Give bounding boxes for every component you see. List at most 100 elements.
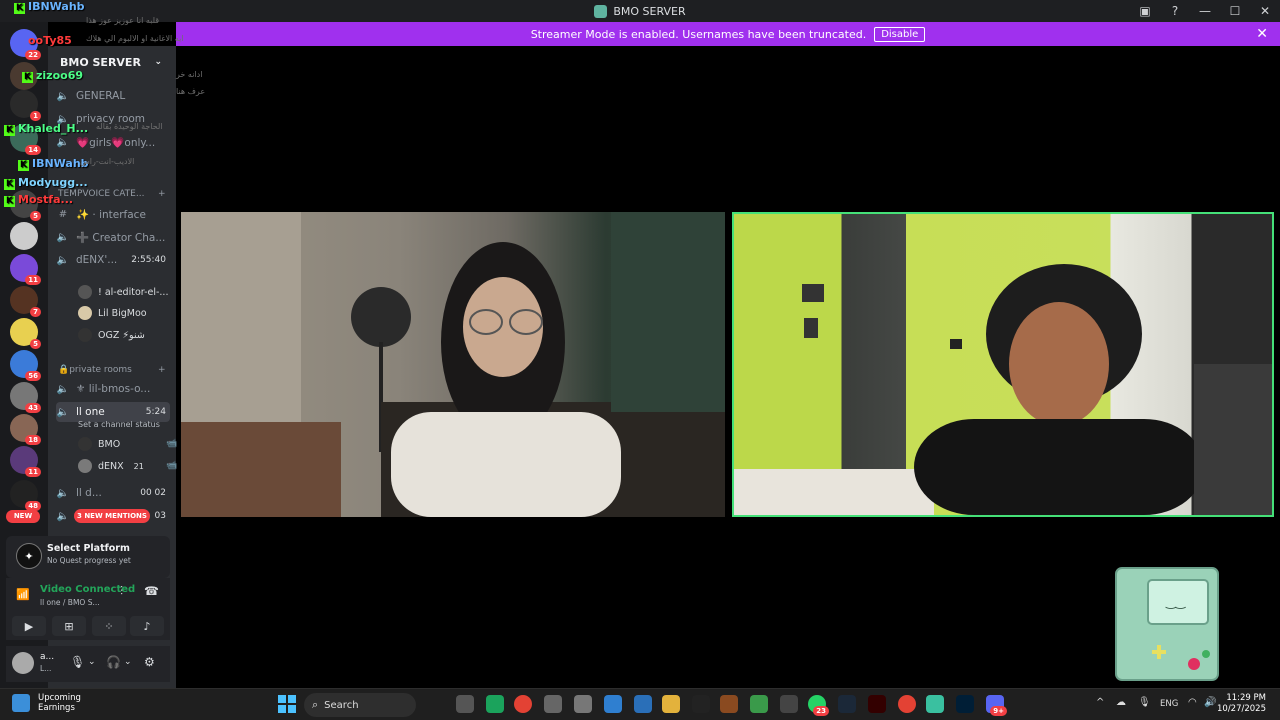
photoshop-icon[interactable] (956, 695, 974, 713)
video-tile[interactable] (181, 212, 725, 517)
task-view-icon[interactable] (456, 695, 474, 713)
app-icon[interactable] (486, 695, 504, 713)
server-icon[interactable]: 7 (10, 286, 41, 317)
noise-suppression-icon[interactable]: ⫶ (120, 584, 123, 599)
server-icon[interactable]: 1 (10, 90, 41, 121)
speaker-icon: 🔈 (56, 90, 70, 102)
settings-gear-icon[interactable]: ⚙ (144, 655, 155, 669)
edge-icon[interactable] (604, 695, 622, 713)
overlay-username: ooTy85 (28, 34, 72, 47)
server-icon[interactable]: 5 (10, 318, 41, 349)
app-icon[interactable] (926, 695, 944, 713)
overlay-message: عرف هنا (176, 87, 206, 96)
avatar[interactable] (12, 652, 34, 674)
whatsapp-icon[interactable]: 23 (808, 695, 829, 716)
channel-lil-bmos[interactable]: 🔈 ⚜ lil-bmos-o... (56, 379, 170, 399)
clock[interactable]: 11:29 PM 10/27/2025 (1217, 693, 1266, 715)
close-window-button[interactable]: ✕ (1250, 0, 1280, 22)
microphone-icon[interactable]: 🎙 (1138, 697, 1151, 708)
speaker-icon: 🔈 (56, 136, 70, 148)
add-channel-icon[interactable]: + (158, 189, 166, 199)
voice-member[interactable]: Lil BigMoo (78, 304, 147, 322)
headphones-icon[interactable]: 🎧 (106, 655, 121, 669)
server-icon[interactable]: 11 (10, 254, 41, 285)
voice-member[interactable]: dENX 21 📹 (78, 457, 177, 475)
new-unreads-pill[interactable]: NEW (6, 510, 40, 523)
search-icon: ⌕ (312, 698, 319, 711)
microphone-icon[interactable]: 🎙 (70, 655, 85, 669)
disable-streamer-button[interactable]: Disable (874, 26, 926, 42)
chevron-down-icon[interactable]: ⌄ (88, 657, 96, 667)
help-icon[interactable]: ? (1160, 0, 1190, 22)
kick-badge-icon: K (4, 125, 15, 136)
close-banner-icon[interactable]: ✕ (1256, 26, 1268, 42)
activities-button[interactable]: ⁘ (92, 616, 126, 636)
maximize-button[interactable]: ☐ (1220, 0, 1250, 22)
speaker-icon: 🔈 (56, 383, 70, 395)
chrome-icon[interactable] (514, 695, 532, 713)
discord-icon[interactable]: 9+ (986, 695, 1007, 716)
app-icon[interactable] (720, 695, 738, 713)
video-tile-speaking[interactable] (732, 212, 1274, 517)
speaker-icon: 🔈 (56, 254, 70, 266)
server-icon[interactable]: 56 (10, 350, 41, 381)
widgets-button[interactable]: Upcoming Earnings (12, 693, 81, 713)
signal-icon: 📶 (16, 588, 30, 601)
camera-app-icon[interactable] (574, 695, 592, 713)
inbox-icon[interactable]: ▣ (1130, 0, 1160, 22)
add-channel-icon[interactable]: + (158, 365, 166, 375)
start-menu-icon[interactable] (278, 695, 296, 713)
store-icon[interactable] (780, 695, 798, 713)
taskbar-search[interactable]: ⌕ Search (304, 693, 416, 717)
stock-widget-icon (12, 694, 30, 712)
steam-icon[interactable] (838, 695, 856, 713)
channel-creator[interactable]: 🔈 ➕ Creator Cha... (56, 227, 170, 247)
channel-general[interactable]: 🔈 GENERAL (56, 86, 170, 106)
illustrator-icon[interactable] (868, 695, 886, 713)
epic-games-icon[interactable] (692, 695, 710, 713)
voice-member[interactable]: ! al-editor-el-... (78, 283, 168, 301)
streamer-mode-banner: Streamer Mode is enabled. Usernames have… (176, 22, 1280, 46)
app-icon[interactable] (750, 695, 768, 713)
show-hidden-icons[interactable]: ^ (1096, 697, 1104, 708)
quest-panel[interactable]: ✦ Select Platform No Quest progress yet (6, 536, 170, 578)
server-icon[interactable]: 18 (10, 414, 41, 445)
language-indicator[interactable]: ENG (1160, 699, 1178, 709)
avatar (78, 328, 92, 342)
new-mentions-pill[interactable]: 3 NEW MENTIONS (74, 509, 150, 523)
channel-denx[interactable]: 🔈 dENX'... 2:55:40 (56, 250, 170, 270)
overlay-message: الاديب-انت-راس (80, 157, 135, 166)
category-private-rooms[interactable]: 🔒private rooms + (58, 365, 168, 375)
volume-icon[interactable]: 🔊 (1204, 697, 1216, 708)
server-icon[interactable] (10, 222, 38, 250)
channel-one[interactable]: 🔈 ll one 5:24 (56, 402, 170, 422)
chrome-icon[interactable] (898, 695, 916, 713)
onedrive-icon[interactable]: ☁ (1116, 697, 1126, 708)
svg-text:‿‿: ‿‿ (1165, 595, 1187, 609)
overlay-username: Kzizoo69 (22, 69, 83, 83)
chevron-down-icon[interactable]: ⌄ (124, 657, 132, 667)
soundboard-button[interactable]: ♪ (130, 616, 164, 636)
channel-d[interactable]: 🔈 ll d... 00 02 (56, 483, 170, 503)
category-tempvoice[interactable]: TEMPVOICE CATE... + (58, 189, 168, 199)
channel-interface[interactable]: # ✨ · interface (56, 204, 170, 224)
speaker-icon: 🔈 (56, 487, 70, 499)
server-icon[interactable]: 11 (10, 446, 41, 477)
file-explorer-icon[interactable] (662, 695, 680, 713)
voice-member[interactable]: OGZ ⚡شنو (78, 326, 145, 344)
minimize-button[interactable]: — (1190, 0, 1220, 22)
server-icon (594, 4, 608, 18)
server-icon[interactable]: 43 (10, 382, 41, 413)
channel-status[interactable]: Set a channel status (78, 420, 160, 429)
disconnect-icon[interactable]: ☎ (144, 584, 159, 598)
voice-member[interactable]: BMO 📹 (78, 435, 177, 453)
video-camera-icon: 📹 (166, 461, 178, 471)
screen-share-button[interactable]: ⊞ (52, 616, 86, 636)
photos-icon[interactable] (634, 695, 652, 713)
wifi-icon[interactable]: ◠ (1188, 697, 1197, 708)
speaker-icon: 🔈 (56, 231, 70, 243)
kick-badge-icon: K (4, 179, 15, 190)
camera-button[interactable]: ▶ (12, 616, 46, 636)
server-icon[interactable]: 48 (10, 480, 41, 511)
settings-app-icon[interactable] (544, 695, 562, 713)
